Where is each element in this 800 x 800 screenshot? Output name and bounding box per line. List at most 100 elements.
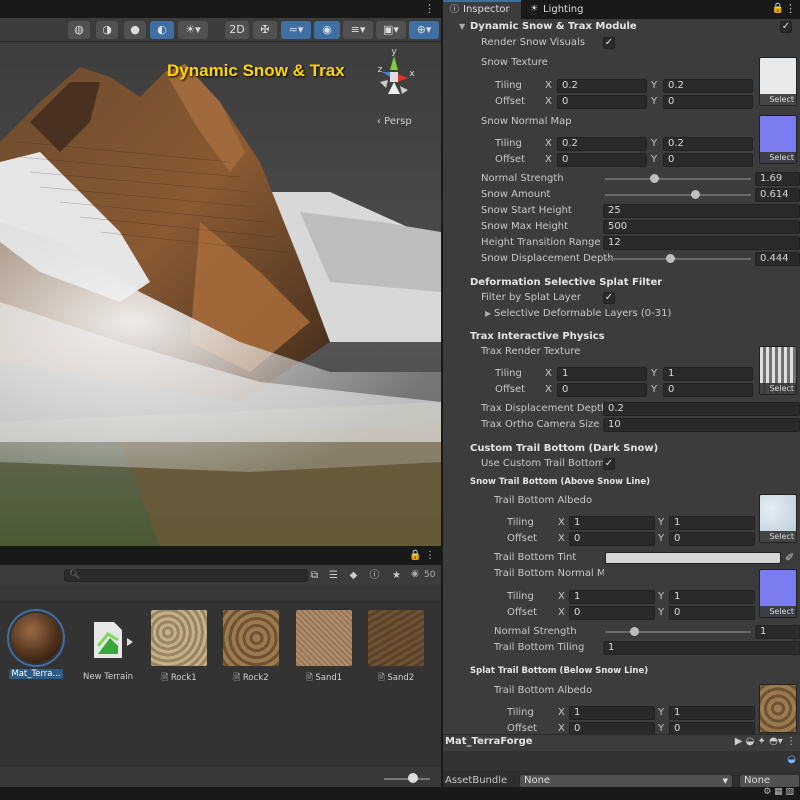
- snow-normal-offset-y[interactable]: 0: [663, 153, 753, 167]
- selective-layers-foldout[interactable]: ▶ Selective Deformable Layers (0-31): [443, 306, 800, 322]
- module-enabled-checkbox[interactable]: ✓: [780, 21, 792, 33]
- trax-displacement-depth-field[interactable]: 0.2: [603, 402, 800, 416]
- trail-normal-strength-handle[interactable]: [630, 627, 640, 636]
- global-transform-icon[interactable]: ⊕▾: [409, 21, 439, 39]
- asset-item-mat-terraforge[interactable]: Mat_Terra...: [0, 609, 72, 679]
- trail-bottom-tiling-field[interactable]: 1: [603, 641, 800, 655]
- normal-strength-handle[interactable]: [650, 174, 660, 183]
- asset-item-rock2[interactable]: 🗎︎ Rock2: [215, 610, 287, 686]
- inspector-more-icon[interactable]: ⋮: [785, 2, 796, 15]
- lighting-toggle-icon[interactable]: ☀▾: [178, 21, 208, 39]
- trax-tiling-x[interactable]: 1: [557, 367, 647, 381]
- snow-amount-handle[interactable]: [690, 190, 700, 199]
- thumbnail-size-slider[interactable]: [384, 778, 430, 780]
- tab-inspector[interactable]: ⓘ Inspector: [443, 0, 521, 19]
- snow-displacement-handle[interactable]: [665, 254, 675, 263]
- foldout-closed-icon[interactable]: ▶: [485, 309, 491, 318]
- x-axis-label: X: [545, 384, 552, 395]
- preview-sphere-icon[interactable]: ◒: [787, 754, 796, 765]
- 2d-toggle-button[interactable]: 2D: [225, 21, 249, 39]
- eyedropper-icon[interactable]: ✐: [785, 551, 794, 564]
- normal-strength-slider[interactable]: [605, 178, 751, 180]
- trail-normal-tiling-x[interactable]: 1: [569, 590, 655, 604]
- filter-label-icon[interactable]: ◆: [347, 569, 360, 582]
- status-icons[interactable]: ⚙ ▦ ▧: [763, 787, 794, 797]
- favorite-star-icon[interactable]: ★: [390, 569, 403, 582]
- assetbundle-variant-dropdown[interactable]: None: [739, 774, 800, 788]
- module-header[interactable]: ▼ Dynamic Snow & Trax Module ✓: [443, 19, 800, 35]
- camera-settings-icon[interactable]: ≡▾: [343, 21, 373, 39]
- gizmos-dropdown-icon[interactable]: ▣▾: [376, 21, 406, 39]
- thumbnail-size-handle[interactable]: [408, 773, 418, 783]
- visibility-toggle-icon[interactable]: ◉: [314, 21, 340, 39]
- trail-albedo-tiling-y[interactable]: 1: [669, 516, 755, 530]
- snow-amount-slider[interactable]: [605, 194, 751, 196]
- use-custom-trail-checkbox[interactable]: ✓: [603, 458, 615, 470]
- preview-controls-icons[interactable]: ▶ ◒ ✦ ◓▾ ⋮: [735, 736, 796, 747]
- project-asset-grid: Mat_Terra... New Terrain 🗎︎ Rock1 🗎︎ Roc…: [0, 602, 441, 765]
- trail-normal-strength-value[interactable]: 1: [755, 625, 800, 639]
- filter-by-splat-checkbox[interactable]: ✓: [603, 292, 615, 304]
- snow-texture-tiling-x[interactable]: 0.2: [557, 79, 647, 93]
- splat-albedo-offset-x[interactable]: 0: [569, 722, 655, 734]
- x-axis-label: X: [545, 154, 552, 165]
- height-transition-range-label: Height Transition Range: [481, 237, 601, 248]
- trax-ortho-camera-size-field[interactable]: 10: [603, 418, 800, 432]
- asset-item-new-terrain[interactable]: New Terrain: [72, 610, 144, 682]
- snow-texture-offset-x[interactable]: 0: [557, 95, 647, 109]
- info-icon[interactable]: ⓘ: [368, 569, 381, 582]
- persp-label[interactable]: ‹ Persp: [377, 116, 412, 127]
- snow-texture-offset-y[interactable]: 0: [663, 95, 753, 109]
- lock-icon[interactable]: 🔒: [772, 3, 784, 14]
- trail-albedo-offset-x[interactable]: 0: [569, 532, 655, 546]
- snow-start-height-field[interactable]: 25: [603, 204, 800, 218]
- scene-viewport[interactable]: Dynamic Snow & Trax y z x ‹ Persp: [0, 42, 441, 546]
- project-search-input[interactable]: 🔍︎: [64, 569, 308, 582]
- shading-lit-icon[interactable]: ◐: [150, 21, 174, 39]
- normal-strength-value[interactable]: 1.69: [755, 172, 800, 186]
- shading-shaded-wire-icon[interactable]: ◑: [96, 21, 118, 39]
- gizmo-x-label: x: [409, 69, 415, 79]
- scene-search-icon[interactable]: ⧉: [308, 569, 321, 582]
- render-snow-visuals-checkbox[interactable]: ✓: [603, 37, 615, 49]
- asset-item-rock1[interactable]: 🗎︎ Rock1: [143, 610, 215, 686]
- snow-normal-tiling-y[interactable]: 0.2: [663, 137, 753, 151]
- splat-albedo-offset-y[interactable]: 0: [669, 722, 755, 734]
- trail-albedo-offset-y[interactable]: 0: [669, 532, 755, 546]
- trax-offset-x[interactable]: 0: [557, 383, 647, 397]
- trail-normal-strength-slider[interactable]: [605, 631, 751, 633]
- asset-item-sand1[interactable]: 🗎︎ Sand1: [288, 610, 360, 686]
- scene-more-icon[interactable]: ⋮: [424, 2, 435, 15]
- snow-max-height-field[interactable]: 500: [603, 220, 800, 234]
- assetbundle-dropdown[interactable]: None ▼: [519, 774, 733, 788]
- search-icon: 🔍︎: [69, 570, 81, 580]
- snow-amount-value[interactable]: 0.614: [755, 188, 800, 202]
- orientation-gizmo-icon[interactable]: y z x: [368, 46, 420, 108]
- project-tab-icons[interactable]: 🔒 ⋮: [409, 550, 435, 561]
- normal-strength-label: Normal Strength: [481, 173, 564, 184]
- filter-type-icon[interactable]: ☰: [327, 569, 340, 582]
- shading-shaded-icon[interactable]: ●: [124, 21, 146, 39]
- tab-label: Lighting: [543, 4, 584, 15]
- trail-albedo-tiling-x[interactable]: 1: [569, 516, 655, 530]
- snow-displacement-slider[interactable]: [605, 258, 751, 260]
- trail-normal-tiling-y[interactable]: 1: [669, 590, 755, 604]
- asset-item-sand2[interactable]: 🗎︎ Sand2: [360, 610, 432, 686]
- trax-offset-y[interactable]: 0: [663, 383, 753, 397]
- trail-normal-offset-x[interactable]: 0: [569, 606, 655, 620]
- snow-displacement-value[interactable]: 0.444: [755, 252, 800, 266]
- trax-tiling-y[interactable]: 1: [663, 367, 753, 381]
- snow-normal-offset-x[interactable]: 0: [557, 153, 647, 167]
- foldout-open-icon[interactable]: ▼: [459, 22, 465, 31]
- trail-bottom-tint-color-field[interactable]: [605, 552, 781, 564]
- splat-albedo-tiling-x[interactable]: 1: [569, 706, 655, 720]
- height-transition-range-field[interactable]: 12: [603, 236, 800, 250]
- snow-texture-tiling-y[interactable]: 0.2: [663, 79, 753, 93]
- shading-wire-icon[interactable]: ◍: [68, 21, 90, 39]
- snow-normal-tiling-x[interactable]: 0.2: [557, 137, 647, 151]
- trail-normal-offset-y[interactable]: 0: [669, 606, 755, 620]
- audio-toggle-icon[interactable]: ✠: [253, 21, 277, 39]
- tab-lighting[interactable]: ☀ Lighting: [523, 0, 593, 19]
- effects-dropdown-icon[interactable]: ≈▾: [281, 21, 311, 39]
- splat-albedo-tiling-y[interactable]: 1: [669, 706, 755, 720]
